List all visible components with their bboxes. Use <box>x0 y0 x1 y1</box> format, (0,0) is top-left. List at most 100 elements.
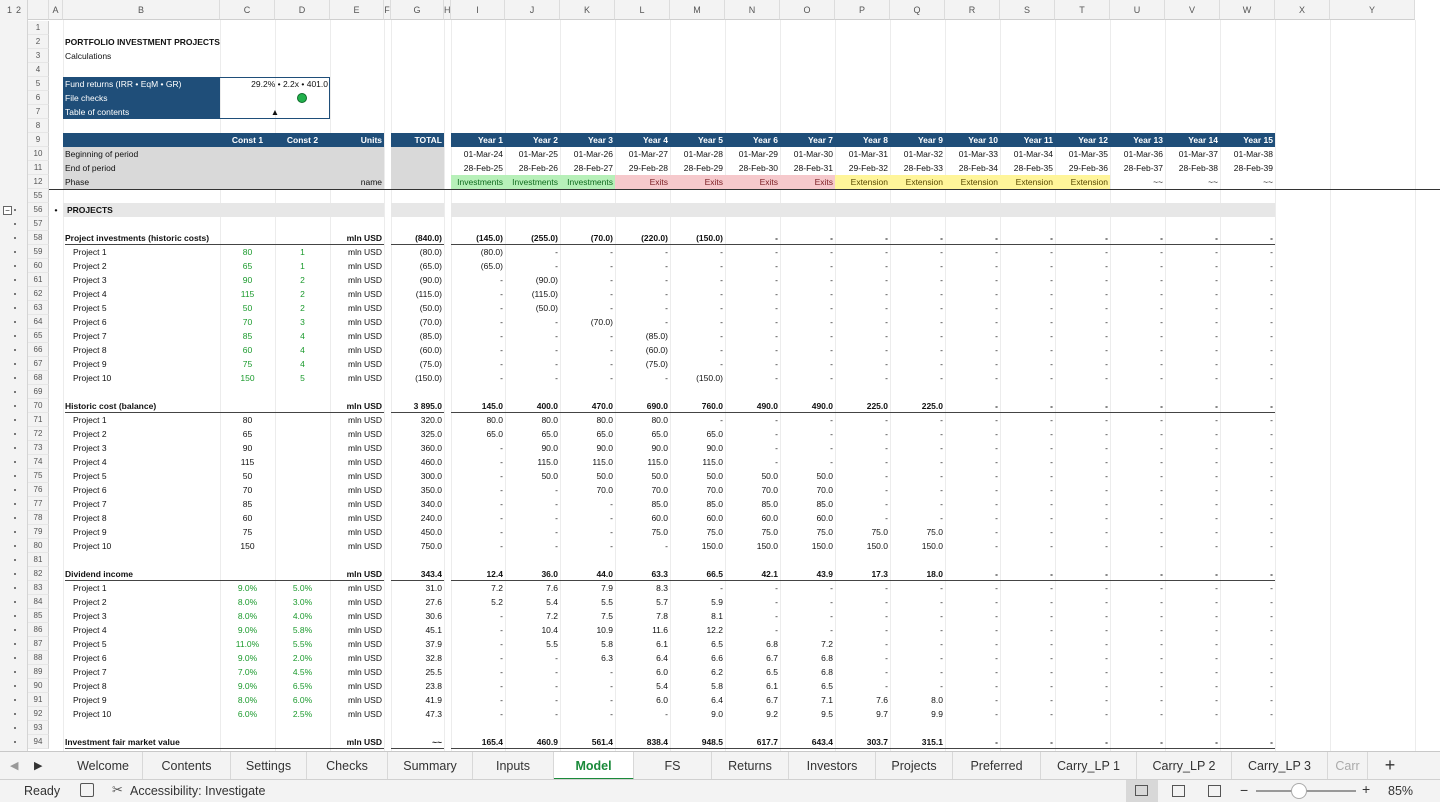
accessibility-icon[interactable]: ✂ <box>112 782 123 798</box>
sheet-tab-carry-lp-3[interactable]: Carry_LP 3 <box>1232 752 1328 780</box>
sheet-tab-carry-lp-1[interactable]: Carry_LP 1 <box>1041 752 1137 780</box>
row-header[interactable]: 65 <box>28 329 49 343</box>
row-header[interactable]: 80 <box>28 539 49 553</box>
column-header-j[interactable]: J <box>505 0 560 20</box>
page-break-icon[interactable] <box>1208 785 1221 797</box>
row-header[interactable]: 60 <box>28 259 49 273</box>
zoom-out-button[interactable]: − <box>1240 782 1248 798</box>
column-header-y[interactable]: Y <box>1330 0 1415 20</box>
row-header[interactable]: 87 <box>28 637 49 651</box>
column-header-f[interactable]: F <box>384 0 391 20</box>
row-header[interactable]: 85 <box>28 609 49 623</box>
add-sheet-button[interactable]: + <box>1378 752 1402 780</box>
row-header[interactable]: 94 <box>28 735 49 749</box>
sheet-tab-carr[interactable]: Carr <box>1328 752 1368 780</box>
collapse-outline-icon[interactable]: − <box>3 206 12 215</box>
normal-view-icon[interactable] <box>1126 780 1158 802</box>
macro-record-icon[interactable] <box>80 783 94 797</box>
row-header[interactable]: 63 <box>28 301 49 315</box>
row-header[interactable]: 55 <box>28 189 49 203</box>
row-header[interactable]: 66 <box>28 343 49 357</box>
row-header[interactable]: 8 <box>28 119 49 133</box>
column-header-g[interactable]: G <box>391 0 444 20</box>
row-header[interactable]: 90 <box>28 679 49 693</box>
column-header-k[interactable]: K <box>560 0 615 20</box>
row-header[interactable]: 75 <box>28 469 49 483</box>
row-header[interactable]: 77 <box>28 497 49 511</box>
sheet-tab-model[interactable]: Model <box>554 752 634 780</box>
column-header-t[interactable]: T <box>1055 0 1110 20</box>
sheet-tab-inputs[interactable]: Inputs <box>473 752 554 780</box>
row-header[interactable]: 78 <box>28 511 49 525</box>
column-header-a[interactable]: A <box>49 0 63 20</box>
row-header[interactable]: 91 <box>28 693 49 707</box>
sheet-tab-preferred[interactable]: Preferred <box>953 752 1041 780</box>
column-header-w[interactable]: W <box>1220 0 1275 20</box>
column-header-m[interactable]: M <box>670 0 725 20</box>
row-header[interactable]: 81 <box>28 553 49 567</box>
column-header-c[interactable]: C <box>220 0 275 20</box>
row-header[interactable]: 3 <box>28 49 49 63</box>
column-header-v[interactable]: V <box>1165 0 1220 20</box>
sheet-tab-welcome[interactable]: Welcome <box>64 752 143 780</box>
row-header[interactable]: 67 <box>28 357 49 371</box>
row-header[interactable]: 6 <box>28 91 49 105</box>
sheet-tab-contents[interactable]: Contents <box>143 752 231 780</box>
row-header[interactable]: 9 <box>28 133 49 147</box>
row-header[interactable]: 74 <box>28 455 49 469</box>
column-header-l[interactable]: L <box>615 0 670 20</box>
row-header[interactable]: 69 <box>28 385 49 399</box>
row-header[interactable]: 11 <box>28 161 49 175</box>
page-layout-icon[interactable] <box>1172 785 1185 797</box>
row-header[interactable]: 89 <box>28 665 49 679</box>
next-sheet-icon[interactable]: ▶ <box>34 752 48 780</box>
column-header-x[interactable]: X <box>1275 0 1330 20</box>
prev-sheet-icon[interactable]: ◀ <box>10 752 24 780</box>
row-header[interactable]: 4 <box>28 63 49 77</box>
row-header[interactable]: 86 <box>28 623 49 637</box>
row-header[interactable]: 93 <box>28 721 49 735</box>
row-header[interactable]: 70 <box>28 399 49 413</box>
row-header[interactable]: 84 <box>28 595 49 609</box>
row-header[interactable]: 62 <box>28 287 49 301</box>
row-header[interactable]: 56 <box>28 203 49 217</box>
column-header-h[interactable]: H <box>444 0 451 20</box>
row-header[interactable]: 10 <box>28 147 49 161</box>
sheet-tab-settings[interactable]: Settings <box>231 752 307 780</box>
sheet-tab-checks[interactable]: Checks <box>307 752 388 780</box>
column-header-q[interactable]: Q <box>890 0 945 20</box>
row-header[interactable]: 5 <box>28 77 49 91</box>
row-header[interactable]: 61 <box>28 273 49 287</box>
sheet-tab-carry-lp-2[interactable]: Carry_LP 2 <box>1137 752 1232 780</box>
row-header[interactable]: 73 <box>28 441 49 455</box>
outline-level-1[interactable]: 1 <box>7 5 12 15</box>
sheet-tab-projects[interactable]: Projects <box>876 752 953 780</box>
row-header[interactable]: 57 <box>28 217 49 231</box>
zoom-in-button[interactable]: + <box>1362 781 1370 797</box>
accessibility-status[interactable]: Accessibility: Investigate <box>130 784 265 798</box>
sheet-tab-investors[interactable]: Investors <box>789 752 876 780</box>
row-header[interactable]: 88 <box>28 651 49 665</box>
outline-level-2[interactable]: 2 <box>16 5 21 15</box>
row-header[interactable]: 79 <box>28 525 49 539</box>
row-header[interactable]: 72 <box>28 427 49 441</box>
sheet-tab-fs[interactable]: FS <box>634 752 712 780</box>
row-header[interactable]: 82 <box>28 567 49 581</box>
column-header-n[interactable]: N <box>725 0 780 20</box>
zoom-level[interactable]: 85% <box>1388 784 1413 798</box>
row-header[interactable]: 1 <box>28 21 49 35</box>
column-header-r[interactable]: R <box>945 0 1000 20</box>
column-header-p[interactable]: P <box>835 0 890 20</box>
column-header-o[interactable]: O <box>780 0 835 20</box>
row-header[interactable]: 76 <box>28 483 49 497</box>
row-header[interactable]: 12 <box>28 175 49 189</box>
column-header-b[interactable]: B <box>63 0 220 20</box>
row-header[interactable]: 92 <box>28 707 49 721</box>
column-header-u[interactable]: U <box>1110 0 1165 20</box>
row-header[interactable]: 58 <box>28 231 49 245</box>
row-header[interactable]: 68 <box>28 371 49 385</box>
column-header-d[interactable]: D <box>275 0 330 20</box>
sheet-tab-summary[interactable]: Summary <box>388 752 473 780</box>
column-header-i[interactable]: I <box>451 0 505 20</box>
row-header[interactable]: 59 <box>28 245 49 259</box>
